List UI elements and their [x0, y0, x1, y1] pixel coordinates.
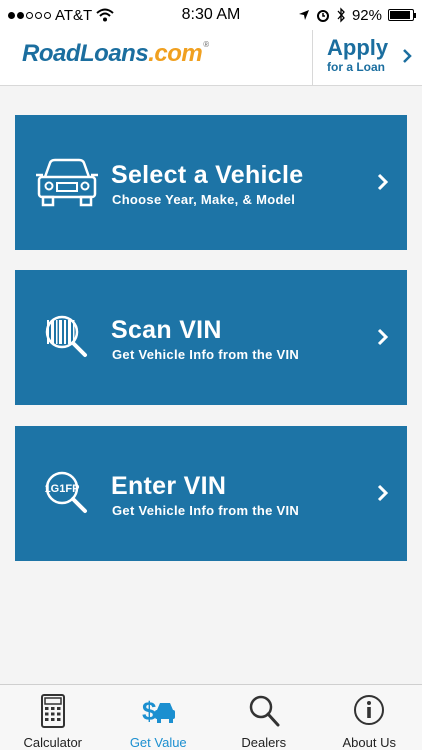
- select-vehicle-option[interactable]: Select a Vehicle Choose Year, Make, & Mo…: [15, 115, 407, 250]
- status-bar: AT&T 8:30 AM 92%: [0, 0, 422, 30]
- carrier-label: AT&T: [55, 6, 93, 24]
- battery-level: [390, 11, 411, 19]
- location-arrow-icon: [298, 10, 309, 20]
- tab-about-us[interactable]: About Us: [317, 685, 422, 750]
- tab-get-value[interactable]: $ Get Value: [106, 685, 212, 750]
- tab-dealers[interactable]: Dealers: [211, 685, 317, 750]
- option-title: Scan VIN: [111, 316, 222, 344]
- chevron-right-icon: [377, 328, 389, 346]
- registered-mark: ®: [203, 40, 209, 49]
- bluetooth-icon: [337, 7, 345, 23]
- apply-for-loan-button[interactable]: Apply for a Loan: [312, 30, 422, 86]
- calculator-icon: [40, 694, 65, 728]
- tab-label: About Us: [342, 735, 396, 750]
- option-subtitle: Get Vehicle Info from the VIN: [112, 503, 300, 518]
- tab-label: Dealers: [241, 735, 287, 750]
- tab-bar: Calculator $ Get Value Dealers About Us: [0, 684, 422, 750]
- logo-com-text: .com: [148, 40, 203, 67]
- wifi-icon: [96, 8, 114, 22]
- alarm-clock-icon: [316, 10, 329, 22]
- info-icon: [354, 695, 385, 725]
- status-left: AT&T: [8, 7, 114, 24]
- status-right: 92%: [298, 6, 416, 24]
- barcode-magnifier-icon: [45, 315, 87, 357]
- svg-text:$: $: [142, 696, 157, 726]
- search-icon: [249, 695, 280, 727]
- vin-magnifier-icon: 1G1FP: [45, 471, 87, 513]
- option-title: Select a Vehicle: [111, 161, 304, 189]
- chevron-right-icon: [377, 173, 389, 191]
- chevron-right-icon: [377, 484, 389, 502]
- tab-calculator[interactable]: Calculator: [0, 685, 106, 750]
- enter-vin-option[interactable]: 1G1FP Enter VIN Get Vehicle Info from th…: [15, 426, 407, 561]
- tab-label: Calculator: [23, 735, 83, 750]
- option-subtitle: Get Vehicle Info from the VIN: [112, 347, 300, 362]
- option-subtitle: Choose Year, Make, & Model: [112, 192, 296, 207]
- battery-percent: 92%: [351, 6, 382, 24]
- option-title: Enter VIN: [111, 472, 227, 500]
- roadloans-logo[interactable]: RoadLoans.com®: [22, 40, 209, 68]
- scan-vin-option[interactable]: Scan VIN Get Vehicle Info from the VIN: [15, 270, 407, 405]
- battery-icon: [388, 9, 416, 21]
- signal-strength-icon: [8, 11, 51, 19]
- dollar-car-icon: $: [142, 696, 176, 726]
- app-header: RoadLoans.com® Apply for a Loan: [0, 30, 422, 86]
- vin-sample-text: 1G1FP: [45, 483, 80, 495]
- tab-label: Get Value: [129, 735, 187, 750]
- chevron-right-icon: [403, 49, 412, 63]
- car-icon: [36, 158, 98, 207]
- logo-road-text: RoadLoans: [22, 40, 149, 67]
